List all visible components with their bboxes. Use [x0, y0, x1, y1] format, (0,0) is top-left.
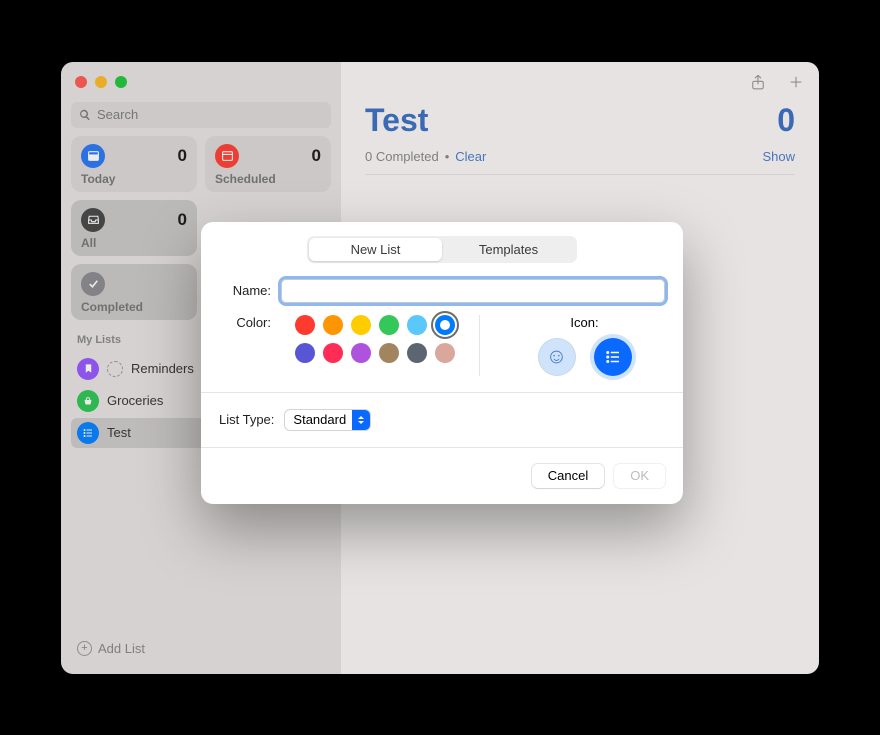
calendar-today-icon [81, 144, 105, 168]
checkmark-icon [81, 272, 105, 296]
tray-icon [81, 208, 105, 232]
list-item-label: Reminders [131, 361, 194, 376]
chevron-up-down-icon [352, 409, 370, 431]
new-list-dialog: New List Templates Name: Color: Icon: ☺ [201, 222, 683, 504]
list-count: 0 [777, 102, 795, 139]
color-swatch[interactable] [407, 315, 427, 335]
scheduled-label: Scheduled [215, 172, 321, 186]
scheduled-count: 0 [312, 146, 321, 166]
search-icon [79, 109, 91, 121]
plus-icon[interactable] [787, 73, 805, 91]
color-swatch[interactable] [379, 315, 399, 335]
window-controls [71, 74, 331, 94]
list-title: Test [365, 102, 428, 139]
color-swatch[interactable] [323, 315, 343, 335]
tab-new-list[interactable]: New List [309, 238, 442, 261]
dialog-tabs: New List Templates [307, 236, 577, 263]
cancel-button[interactable]: Cancel [532, 464, 604, 488]
zoom-window-button[interactable] [115, 76, 127, 88]
divider [201, 392, 683, 393]
show-button[interactable]: Show [762, 149, 795, 164]
search-placeholder: Search [97, 107, 138, 122]
color-label: Color: [219, 315, 271, 330]
color-swatch[interactable] [295, 343, 315, 363]
list-bullet-icon [77, 422, 99, 444]
color-swatch[interactable] [435, 315, 455, 335]
color-swatch[interactable] [351, 343, 371, 363]
list-type-select[interactable]: Standard [284, 409, 371, 431]
calendar-icon [215, 144, 239, 168]
scheduled-card[interactable]: 0 Scheduled [205, 136, 331, 192]
today-count: 0 [178, 146, 187, 166]
divider [479, 315, 480, 376]
dot-separator: • [445, 149, 450, 164]
color-swatch[interactable] [435, 343, 455, 363]
search-input[interactable]: Search [71, 102, 331, 128]
list-type-row: List Type: Standard [219, 409, 665, 431]
name-label: Name: [219, 283, 271, 298]
color-icon-row: Color: Icon: ☺ [219, 315, 665, 376]
completed-label: Completed [81, 300, 187, 314]
bookmark-icon [77, 358, 99, 380]
color-swatch[interactable] [323, 343, 343, 363]
close-window-button[interactable] [75, 76, 87, 88]
list-bullet-icon [604, 348, 622, 366]
all-count: 0 [178, 210, 187, 230]
minimize-window-button[interactable] [95, 76, 107, 88]
toolbar [341, 62, 819, 102]
color-swatch[interactable] [351, 315, 371, 335]
share-icon[interactable] [749, 73, 767, 91]
name-input[interactable] [281, 279, 665, 303]
color-swatches [295, 315, 455, 363]
icon-label: Icon: [504, 315, 665, 330]
list-icon-button[interactable] [594, 338, 632, 376]
add-list-button[interactable]: + Add List [71, 635, 331, 662]
color-swatch[interactable] [295, 315, 315, 335]
list-type-value: Standard [293, 412, 346, 427]
sync-icon [107, 361, 123, 377]
list-item-label: Test [107, 425, 131, 440]
list-subheader: 0 Completed • Clear Show [341, 139, 819, 174]
color-swatch[interactable] [407, 343, 427, 363]
divider [365, 174, 795, 175]
app-window: Search 0 Today 0 Schedule [61, 62, 819, 674]
emoji-picker-button[interactable]: ☺ [538, 338, 576, 376]
dialog-actions: Cancel OK [219, 464, 665, 488]
color-swatch[interactable] [379, 343, 399, 363]
add-list-label: Add List [98, 641, 145, 656]
divider [201, 447, 683, 448]
clear-button[interactable]: Clear [455, 149, 486, 164]
plus-circle-icon: + [77, 641, 92, 656]
list-item-label: Groceries [107, 393, 163, 408]
today-card[interactable]: 0 Today [71, 136, 197, 192]
ok-button[interactable]: OK [614, 464, 665, 488]
tab-templates[interactable]: Templates [442, 238, 575, 261]
all-label: All [81, 236, 187, 250]
basket-icon [77, 390, 99, 412]
list-type-label: List Type: [219, 412, 274, 427]
all-card[interactable]: 0 All [71, 200, 197, 256]
completed-count-text: 0 Completed [365, 149, 439, 164]
list-header: Test 0 [341, 102, 819, 139]
completed-card[interactable]: Completed [71, 264, 197, 320]
name-row: Name: [219, 279, 665, 303]
today-label: Today [81, 172, 187, 186]
smiley-icon: ☺ [546, 345, 567, 369]
